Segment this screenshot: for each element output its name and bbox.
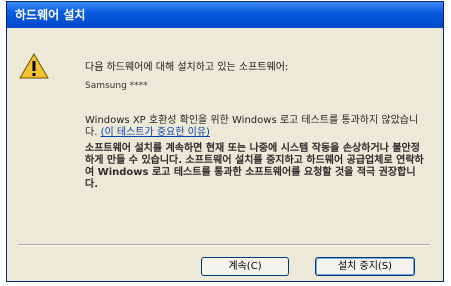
message-heading: 다음 하드웨어에 대해 설치하고 있는 소프트웨어:: [85, 62, 289, 73]
continue-button[interactable]: 계속(C): [201, 257, 289, 276]
window-title: 하드웨어 설치: [15, 8, 86, 22]
separator: [19, 244, 429, 246]
warning-icon: [19, 53, 49, 79]
device-name: Samsung ****: [85, 81, 148, 91]
why-important-link[interactable]: (이 테스트가 중요한 이유): [101, 127, 210, 138]
recommendation-text: 소프트웨어 설치를 계속하면 현재 또는 나중에 시스템 작동을 손상하거나 불…: [85, 143, 424, 190]
logo-test-warning: Windows XP 호환성 확인을 위한 Windows 로고 테스트를 통과…: [85, 115, 425, 139]
hardware-install-dialog: 하드웨어 설치 다음 하드웨어에 대해 설치하고 있는 소프트웨어: Samsu…: [6, 1, 444, 282]
title-bar[interactable]: 하드웨어 설치: [7, 2, 443, 28]
stop-install-button[interactable]: 설치 중지(S): [315, 257, 415, 276]
